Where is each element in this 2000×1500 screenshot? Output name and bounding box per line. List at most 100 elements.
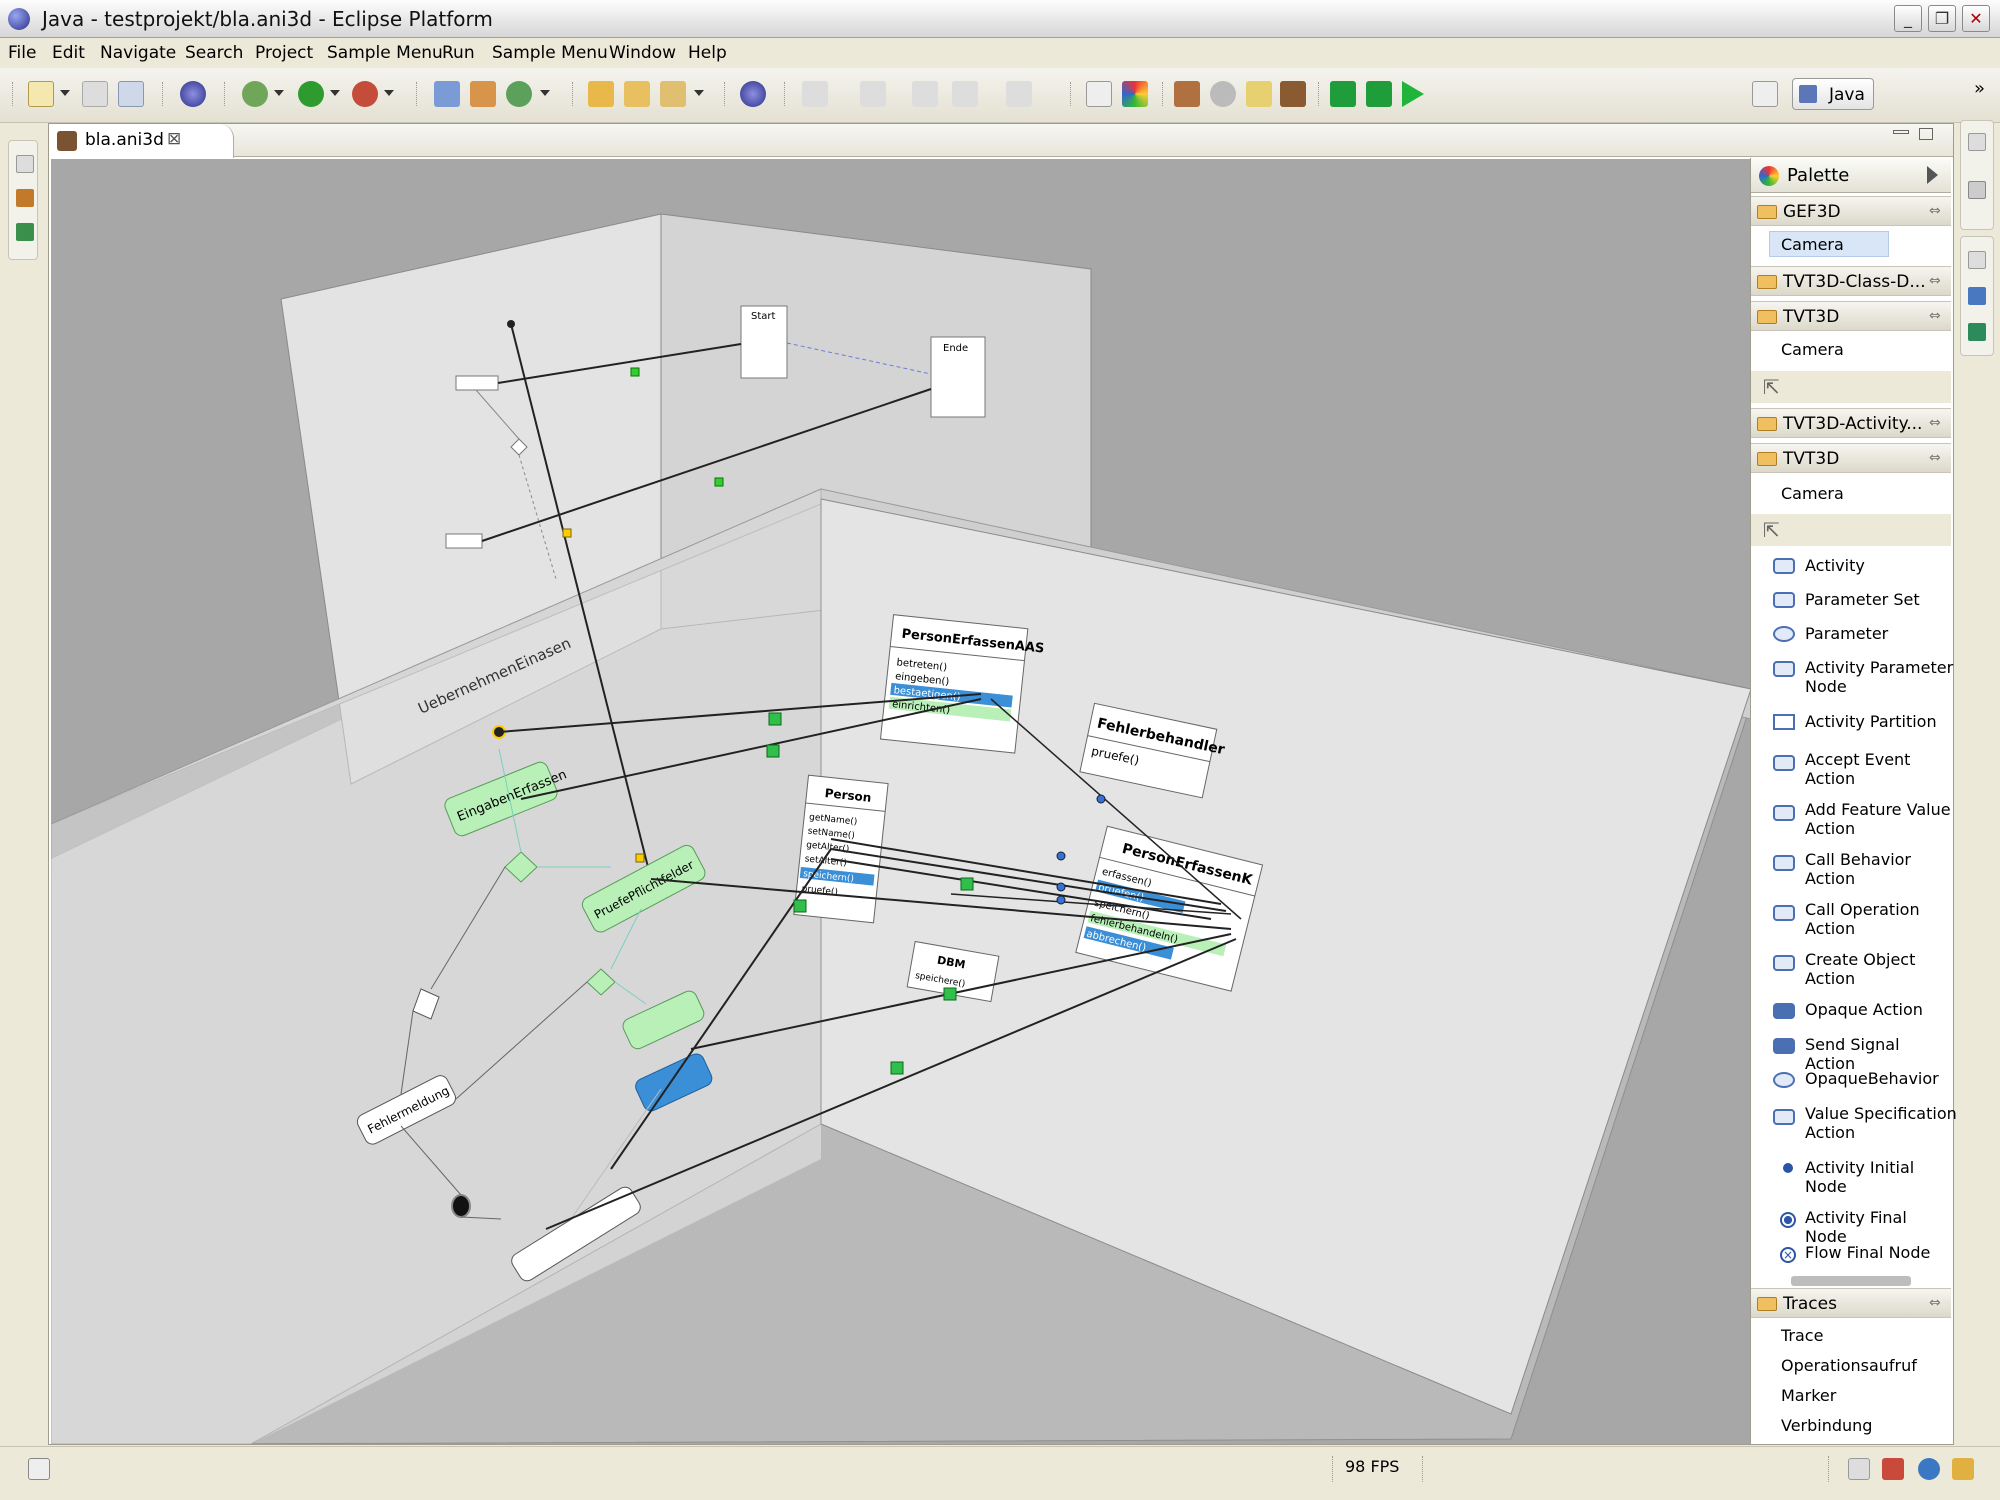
menu-file[interactable]: File	[8, 43, 36, 63]
disk-icon[interactable]	[1210, 81, 1236, 107]
chevron-down-icon[interactable]	[694, 90, 704, 96]
palette-item-activity[interactable]: Activity	[1805, 556, 1865, 575]
perspective-java-button[interactable]: Java	[1792, 78, 1874, 110]
palette-item-camera[interactable]: Camera	[1781, 235, 1844, 254]
step-forward-icon[interactable]	[1366, 81, 1392, 107]
open-perspective-icon[interactable]	[1752, 81, 1778, 107]
print-icon[interactable]	[118, 81, 144, 107]
declaration-icon[interactable]	[1952, 1458, 1974, 1480]
diagram-svg[interactable]: Start Ende UebernehmenEinasen EingabenEr…	[51, 159, 1751, 1444]
new-java-project-icon[interactable]	[434, 81, 460, 107]
drawer-traces[interactable]: Traces ⇔	[1751, 1288, 1951, 1318]
drawer-tvt3d-activity[interactable]: TVT3D-Activity... ⇔	[1751, 408, 1951, 438]
step-back-icon[interactable]	[1330, 81, 1356, 107]
drawer-tvt3d[interactable]: TVT3D ⇔	[1751, 301, 1951, 331]
restore-icon[interactable]	[1848, 1458, 1870, 1480]
restore-icon[interactable]	[16, 155, 34, 173]
pin-icon[interactable]: ⇔	[1929, 450, 1941, 466]
palette-item-activity-parameter-node[interactable]: Activity Parameter Node	[1805, 658, 1953, 696]
pin-icon[interactable]: ⇔	[1929, 415, 1941, 431]
new-class-icon[interactable]	[506, 81, 532, 107]
maximize-editor-icon[interactable]	[1919, 128, 1933, 140]
search-icon[interactable]	[660, 81, 686, 107]
pin-icon[interactable]: ⇔	[1929, 308, 1941, 324]
palette-scroll-indicator[interactable]	[1791, 1276, 1911, 1286]
palette-item-activity-initial-node[interactable]: Activity Initial Node	[1805, 1158, 1914, 1196]
palette-item-parameter[interactable]: Parameter	[1805, 624, 1888, 643]
restore-icon[interactable]	[1968, 251, 1986, 269]
menu-search[interactable]: Search	[185, 43, 243, 63]
menu-run[interactable]: Run	[442, 43, 475, 63]
palette-item-call-behavior-action[interactable]: Call Behavior Action	[1805, 850, 1911, 888]
previous-annotation-icon[interactable]	[860, 81, 886, 107]
external-tools-icon[interactable]	[352, 81, 378, 107]
palette-item-camera[interactable]: Camera	[1781, 484, 1844, 503]
menu-project[interactable]: Project	[255, 43, 313, 63]
palette-item-operationsaufruf[interactable]: Operationsaufruf	[1781, 1356, 1917, 1375]
chevron-down-icon[interactable]	[540, 90, 550, 96]
back-icon[interactable]	[952, 81, 978, 107]
3d-diagram-canvas[interactable]: Start Ende UebernehmenEinasen EingabenEr…	[51, 159, 1751, 1444]
palette-item-call-operation-action[interactable]: Call Operation Action	[1805, 900, 1920, 938]
outline-icon[interactable]	[1968, 287, 1986, 305]
restore-icon[interactable]	[1968, 133, 1986, 151]
marker-icon[interactable]	[1246, 81, 1272, 107]
open-resource-icon[interactable]	[624, 81, 650, 107]
palette-cube-icon[interactable]	[1122, 81, 1148, 107]
minimize-button[interactable]: _	[1894, 5, 1922, 32]
task-list-icon[interactable]	[1968, 181, 1986, 199]
palette-item-verbindung[interactable]: Verbindung	[1781, 1416, 1872, 1435]
run-icon[interactable]	[298, 81, 324, 107]
fast-view-icon[interactable]	[28, 1458, 50, 1480]
palette-item-flow-final-node[interactable]: Flow Final Node	[1805, 1243, 1930, 1262]
new-icon[interactable]	[28, 81, 54, 107]
new-package-icon[interactable]	[470, 81, 496, 107]
minimize-editor-icon[interactable]	[1893, 130, 1909, 134]
chevron-down-icon[interactable]	[60, 90, 70, 96]
editor-tab[interactable]: bla.ani3d ⊠	[49, 124, 234, 158]
palette-item-activity-partition[interactable]: Activity Partition	[1805, 712, 1937, 731]
maximize-button[interactable]: ❐	[1928, 5, 1956, 32]
drawer-tvt3d-2[interactable]: TVT3D ⇔	[1751, 443, 1951, 473]
palette-item-opaque-behavior[interactable]: OpaqueBehavior	[1805, 1069, 1939, 1088]
pin-icon[interactable]: ⇔	[1929, 203, 1941, 219]
chevron-down-icon[interactable]	[274, 90, 284, 96]
next-annotation-icon[interactable]	[802, 81, 828, 107]
thumbnail-icon[interactable]	[1968, 323, 1986, 341]
menu-window[interactable]: Window	[609, 43, 676, 63]
menu-sample-menu[interactable]: Sample Menu	[327, 43, 443, 63]
palette-item-trace[interactable]: Trace	[1781, 1326, 1823, 1345]
palette-item-send-signal-action[interactable]: Send Signal Action	[1805, 1035, 1950, 1073]
save-icon[interactable]	[82, 81, 108, 107]
toolbar-overflow-icon[interactable]: »	[1974, 78, 1985, 99]
forward-icon[interactable]	[1006, 81, 1032, 107]
palette-item-parameter-set[interactable]: Parameter Set	[1805, 590, 1920, 609]
palette-item-value-specification-action[interactable]: Value Specification Action	[1805, 1104, 1957, 1142]
play-icon[interactable]	[1402, 81, 1424, 107]
menu-help[interactable]: Help	[688, 43, 727, 63]
package-explorer-icon[interactable]	[16, 189, 34, 207]
palette-item-create-object-action[interactable]: Create Object Action	[1805, 950, 1915, 988]
palette-item-accept-event-action[interactable]: Accept Event Action	[1805, 750, 1910, 788]
palette-item-opaque-action[interactable]: Opaque Action	[1805, 1000, 1923, 1019]
selection-tool[interactable]: ⇱	[1751, 371, 1951, 403]
palette-item-add-feature-value-action[interactable]: Add Feature Value Action	[1805, 800, 1951, 838]
sphere-icon[interactable]	[180, 81, 206, 107]
figure-icon[interactable]	[1174, 81, 1200, 107]
chevron-down-icon[interactable]	[384, 90, 394, 96]
open-type-icon[interactable]	[588, 81, 614, 107]
chevron-down-icon[interactable]	[330, 90, 340, 96]
pin-icon[interactable]: ⇔	[1929, 273, 1941, 289]
collapse-palette-icon[interactable]	[1927, 166, 1938, 184]
palette-header[interactable]: Palette	[1751, 158, 1951, 193]
last-edit-icon[interactable]	[912, 81, 938, 107]
debug-icon[interactable]	[242, 81, 268, 107]
palette-item-marker[interactable]: Marker	[1781, 1386, 1836, 1405]
palette-item-activity-final-node[interactable]: Activity Final Node	[1805, 1208, 1950, 1246]
squirrel-icon[interactable]	[1280, 81, 1306, 107]
selection-tool[interactable]: ⇱	[1751, 514, 1951, 546]
sphere-icon[interactable]	[740, 81, 766, 107]
pin-icon[interactable]: ⇔	[1929, 1295, 1941, 1311]
palette-item-camera[interactable]: Camera	[1781, 340, 1844, 359]
problems-icon[interactable]	[1882, 1458, 1904, 1480]
